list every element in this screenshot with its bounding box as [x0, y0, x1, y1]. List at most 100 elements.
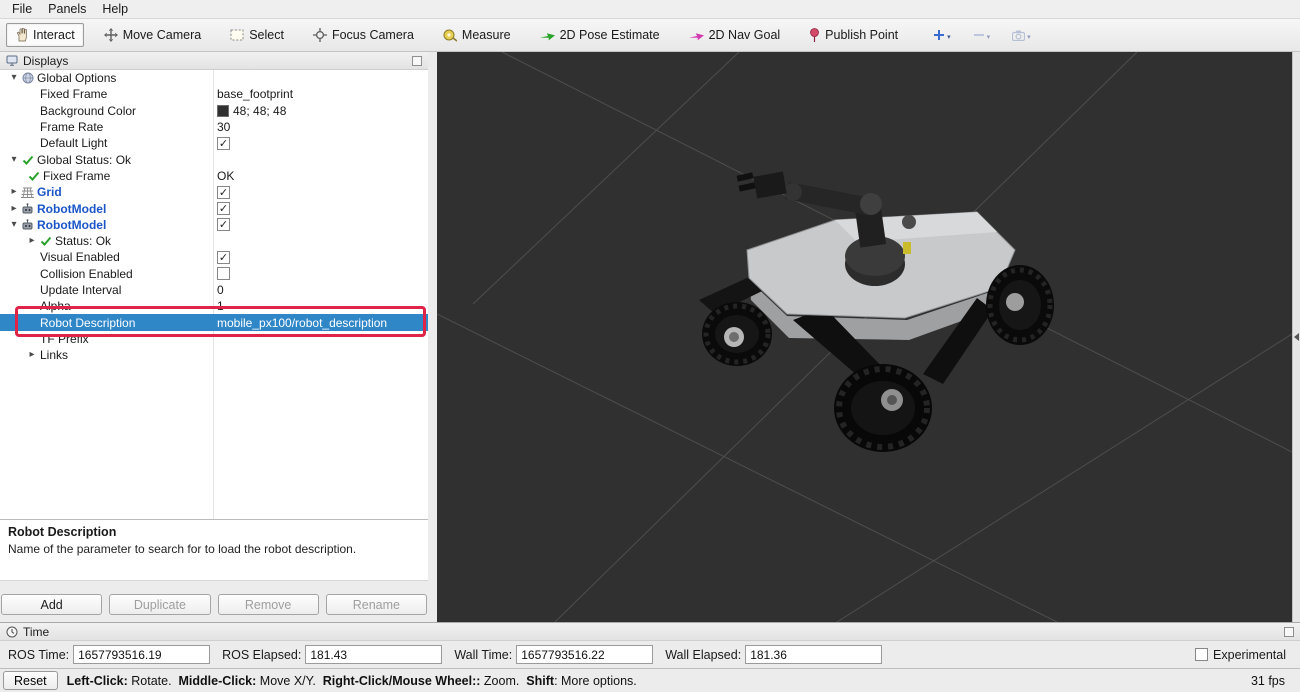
tree-row-visual-enabled[interactable]: Visual Enabled✓: [0, 249, 428, 265]
tool-publish-point[interactable]: Publish Point: [800, 23, 907, 47]
tree-value-visual-enabled[interactable]: ✓: [213, 249, 428, 265]
menu-help[interactable]: Help: [94, 0, 136, 18]
tree-row-global-status-ok[interactable]: ▾Global Status: Ok: [0, 151, 428, 167]
expander-closed-icon[interactable]: ▸: [26, 236, 38, 246]
screenshot-button[interactable]: ▾: [1008, 27, 1035, 44]
add-tool-button[interactable]: ▾: [929, 26, 955, 44]
tree-value-alpha[interactable]: 1: [213, 298, 428, 314]
tool-label: Select: [249, 28, 284, 42]
time-panel-title: Time: [23, 625, 49, 639]
robot-icon: [20, 203, 35, 215]
checkbox[interactable]: ✓: [217, 218, 230, 231]
select-icon: [230, 29, 244, 41]
remove-button[interactable]: Remove: [218, 594, 319, 615]
robot-icon: [20, 219, 35, 231]
screenshot-icon: [1012, 30, 1025, 41]
tree-row-tf-prefix[interactable]: TF Prefix: [0, 331, 428, 347]
tree-value-tf-prefix[interactable]: [213, 331, 428, 347]
tree-value-update-interval[interactable]: 0: [213, 282, 428, 298]
tool-label: Measure: [462, 28, 511, 42]
tool-measure[interactable]: Measure: [434, 23, 520, 47]
toolbar-actions: ▾ ▾ ▾: [929, 26, 1035, 44]
rename-button[interactable]: Rename: [326, 594, 427, 615]
tool-move-camera[interactable]: Move Camera: [95, 23, 211, 47]
tree-row-fixed-frame[interactable]: Fixed Frame OK: [0, 168, 428, 184]
tree-value-grid[interactable]: ✓: [213, 184, 428, 200]
tree-row-background-color[interactable]: Background Color 48; 48; 48: [0, 103, 428, 119]
checkbox[interactable]: ✓: [217, 186, 230, 199]
tree-label: Background Color: [38, 104, 136, 118]
tree-value-fixed-frame[interactable]: base_footprint: [213, 86, 428, 102]
tree-value-robot-description[interactable]: mobile_px100/robot_description: [213, 314, 428, 330]
tree-row-robot-description[interactable]: Robot Descriptionmobile_px100/robot_desc…: [0, 314, 428, 330]
remove-tool-button[interactable]: ▾: [969, 26, 995, 44]
tree-value-default-light[interactable]: ✓: [213, 135, 428, 151]
time-input-ros-elapsed[interactable]: [305, 645, 442, 664]
tree-label: Fixed Frame: [41, 169, 110, 183]
tree-label: Global Options: [35, 71, 116, 85]
time-input-wall-elapsed[interactable]: [745, 645, 882, 664]
expander-closed-icon[interactable]: ▸: [8, 187, 20, 197]
displays-panel-icon: [6, 55, 18, 66]
time-panel: Time ROS Time:ROS Elapsed:Wall Time:Wall…: [0, 622, 1300, 668]
tool-2d-pose-estimate[interactable]: 2D Pose Estimate: [531, 23, 669, 47]
menu-panels[interactable]: Panels: [40, 0, 94, 18]
dropdown-caret-icon: ▾: [1027, 34, 1031, 41]
checkbox[interactable]: ✓: [217, 202, 230, 215]
tree-row-grid[interactable]: ▸ Grid ✓: [0, 184, 428, 200]
tree-row-robotmodel[interactable]: ▸RobotModel✓: [0, 200, 428, 216]
publish-point-icon: [809, 28, 820, 42]
tree-value-background-color[interactable]: 48; 48; 48: [213, 103, 428, 119]
tree-row-default-light[interactable]: Default Light✓: [0, 135, 428, 151]
tree-value-fixed-frame[interactable]: OK: [213, 168, 428, 184]
tree-row-fixed-frame[interactable]: Fixed Frame base_footprint: [0, 86, 428, 102]
displays-float-button[interactable]: [412, 56, 422, 66]
checkbox[interactable]: ✓: [217, 137, 230, 150]
expander-open-icon[interactable]: ▾: [8, 73, 20, 83]
tree-row-status-ok[interactable]: ▸Status: Ok: [0, 233, 428, 249]
expander-closed-icon[interactable]: ▸: [26, 350, 38, 360]
tree-value-collision-enabled[interactable]: [213, 266, 428, 282]
views-panel-handle[interactable]: [1292, 52, 1300, 622]
time-field-label: Wall Elapsed:: [665, 648, 741, 662]
expander-open-icon[interactable]: ▾: [8, 155, 20, 165]
tree-label: Update Interval: [38, 283, 121, 297]
time-input-ros-time[interactable]: [73, 645, 210, 664]
time-float-button[interactable]: [1284, 627, 1294, 637]
3d-viewport[interactable]: [437, 52, 1292, 622]
checkbox[interactable]: [217, 267, 230, 280]
experimental-checkbox[interactable]: [1195, 648, 1208, 661]
hint-key: Right-Click/Mouse Wheel::: [323, 674, 481, 688]
tool-select[interactable]: Select: [221, 23, 293, 47]
globe-icon: [20, 72, 35, 84]
expander-closed-icon[interactable]: ▸: [8, 204, 20, 214]
tree-row-alpha[interactable]: Alpha1: [0, 298, 428, 314]
experimental-label: Experimental: [1213, 648, 1286, 662]
time-input-wall-time[interactable]: [516, 645, 653, 664]
tree-value-frame-rate[interactable]: 30: [213, 119, 428, 135]
tree-row-update-interval[interactable]: Update Interval 0: [0, 282, 428, 298]
duplicate-button[interactable]: Duplicate: [109, 594, 210, 615]
tool-focus-camera[interactable]: Focus Camera: [304, 23, 423, 47]
tree-label: Fixed Frame: [38, 87, 107, 101]
expander-open-icon[interactable]: ▾: [8, 220, 20, 230]
menu-file[interactable]: File: [4, 0, 40, 18]
checkbox[interactable]: ✓: [217, 251, 230, 264]
tree-value-robotmodel[interactable]: ✓: [213, 217, 428, 233]
reset-button[interactable]: Reset: [3, 671, 58, 690]
tree-value-global-options: [213, 70, 428, 86]
tree-row-robotmodel[interactable]: ▾RobotModel✓: [0, 217, 428, 233]
tree-row-global-options[interactable]: ▾ Global Options: [0, 70, 428, 86]
tool-2d-nav-goal[interactable]: 2D Nav Goal: [680, 23, 790, 47]
hint-action: Rotate.: [128, 674, 179, 688]
tree-row-links[interactable]: ▸Links: [0, 347, 428, 363]
tree-row-frame-rate[interactable]: Frame Rate30: [0, 119, 428, 135]
add-button[interactable]: Add: [1, 594, 102, 615]
toolbar: Interact Move Camera Select Focus Camera Mea…: [0, 19, 1300, 52]
tree-label: Grid: [35, 185, 62, 199]
time-panel-header[interactable]: Time: [0, 623, 1300, 641]
displays-panel-header[interactable]: Displays: [0, 52, 428, 70]
tool-interact[interactable]: Interact: [6, 23, 84, 47]
tree-value-robotmodel[interactable]: ✓: [213, 200, 428, 216]
tree-row-collision-enabled[interactable]: Collision Enabled: [0, 266, 428, 282]
